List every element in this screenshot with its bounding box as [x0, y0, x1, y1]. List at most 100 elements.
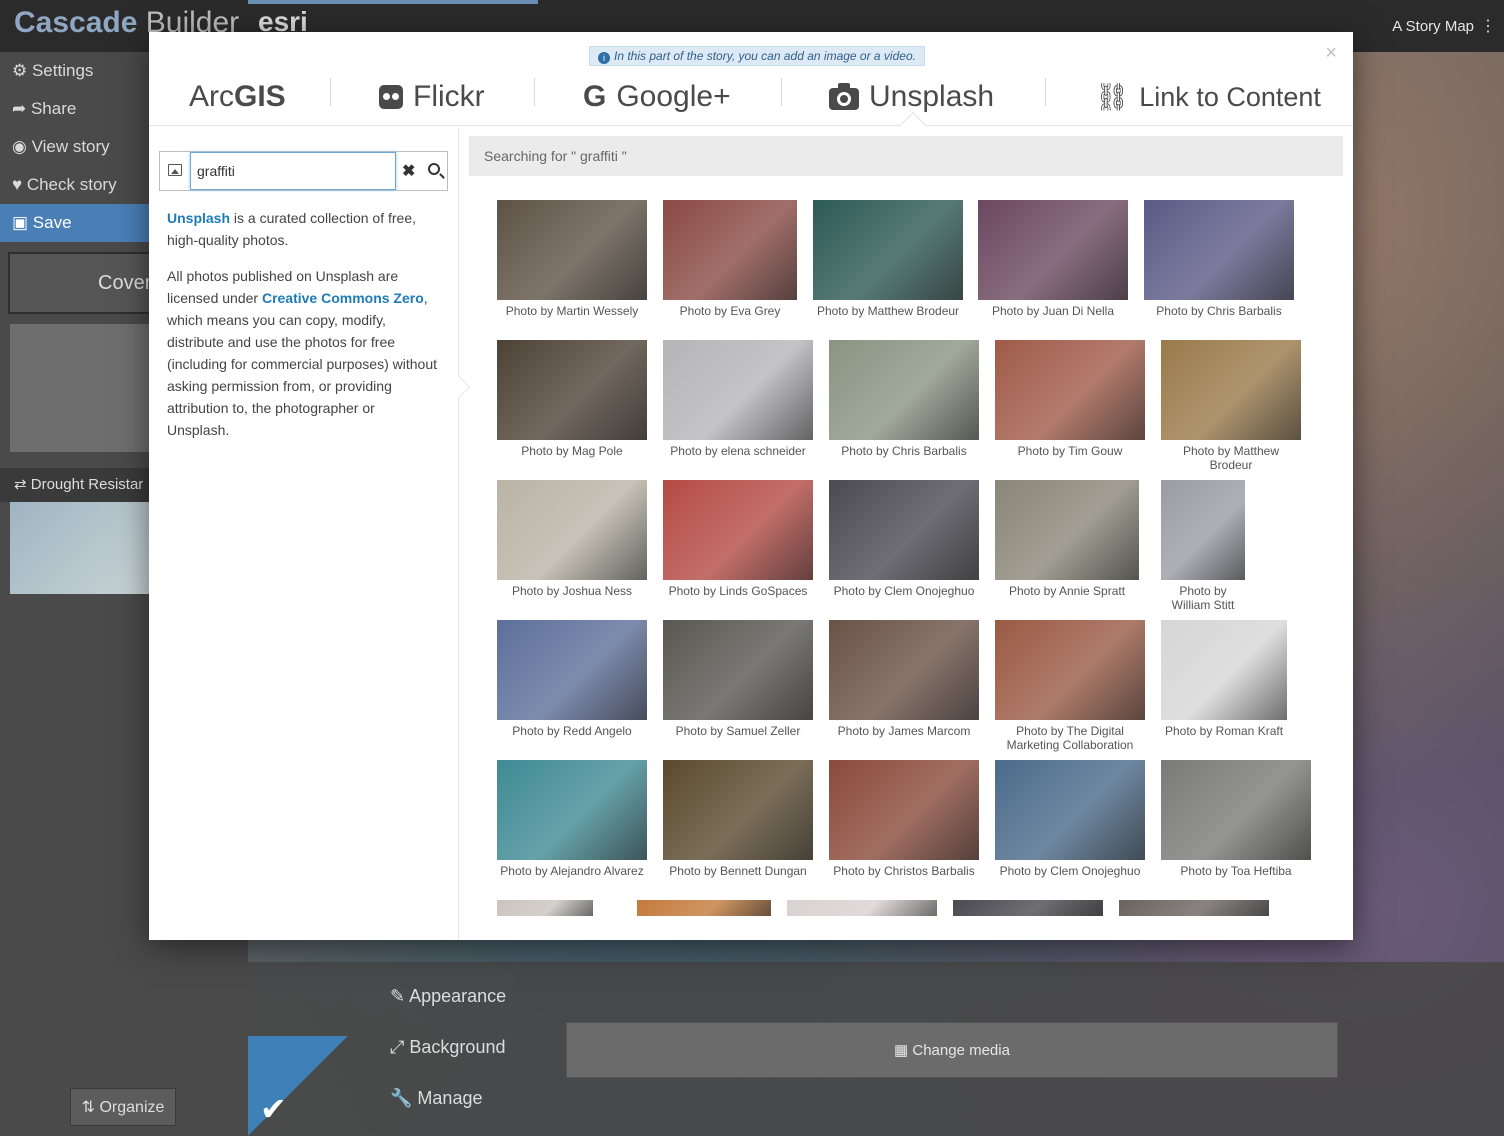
photo-thumbnail[interactable] [953, 900, 1103, 916]
photo-result[interactable]: Photo by Matthew Brodeur [1161, 340, 1301, 472]
photo-result[interactable]: Photo by The Digital Marketing Collabora… [995, 620, 1145, 752]
photo-thumbnail[interactable] [995, 620, 1145, 720]
photo-caption: Photo by elena schneider [670, 444, 806, 458]
photo-result[interactable] [1119, 900, 1269, 916]
photo-thumbnail[interactable] [663, 480, 813, 580]
close-icon[interactable]: × [1325, 42, 1337, 65]
photo-result[interactable]: Photo by Mag Pole [497, 340, 647, 458]
photo-thumbnail[interactable] [829, 480, 979, 580]
photo-result[interactable]: Photo by Joshua Ness [497, 480, 647, 598]
photo-thumbnail[interactable] [497, 620, 647, 720]
photo-thumbnail[interactable] [1161, 620, 1287, 720]
photo-thumbnail[interactable] [995, 480, 1139, 580]
tab-arcgis[interactable]: Arc GIS [189, 68, 286, 126]
photo-thumbnail[interactable] [663, 620, 813, 720]
nav-share-label: Share [30, 99, 77, 118]
photo-result[interactable] [787, 900, 937, 916]
photo-result[interactable]: Photo by Linds GoSpaces [663, 480, 813, 598]
photo-result[interactable]: Photo by Roman Kraft [1161, 620, 1287, 738]
photo-result[interactable]: Photo by Clem Onojeghuo [995, 760, 1145, 878]
link-icon: ⛓ [1095, 82, 1130, 112]
tab-divider [781, 78, 782, 106]
dialog-hint: i In this part of the story, you can add … [589, 46, 925, 66]
photo-thumbnail[interactable] [663, 200, 797, 300]
photo-result[interactable]: Photo by Chris Barbalis [829, 340, 979, 458]
photo-thumbnail[interactable] [1144, 200, 1294, 300]
photo-result[interactable]: Photo by Alejandro Alvarez [497, 760, 647, 878]
photo-result[interactable]: Photo by William Stitt [1161, 480, 1245, 612]
photo-result[interactable] [953, 900, 1103, 916]
photo-caption: Photo by Tim Gouw [1017, 444, 1123, 458]
photo-caption: Photo by Clem Onojeghuo [999, 864, 1141, 878]
photo-results-grid: Photo by Martin Wessely Photo by Eva Grey… [469, 200, 1343, 930]
photo-result[interactable]: Photo by Annie Spratt [995, 480, 1139, 598]
photo-thumbnail[interactable] [1119, 900, 1269, 916]
photo-result[interactable]: Photo by James Marcom [829, 620, 979, 738]
photo-thumbnail[interactable] [1161, 760, 1311, 860]
tab-divider [1045, 78, 1046, 106]
photo-result[interactable]: Photo by Bennett Dungan [663, 760, 813, 878]
photo-result[interactable]: Photo by Matthew Brodeur [813, 200, 963, 318]
photo-thumbnail[interactable] [829, 760, 979, 860]
photo-thumbnail[interactable] [497, 200, 647, 300]
photo-thumbnail[interactable] [497, 900, 593, 916]
section-panel: ✎ Appearance ⤢ Background 🔧 Manage ▦ Cha… [248, 962, 1504, 1136]
photo-thumbnail[interactable] [995, 340, 1145, 440]
photo-thumbnail[interactable] [1161, 340, 1301, 440]
photo-thumbnail[interactable] [829, 340, 979, 440]
photo-result[interactable]: Photo by Juan Di Nella [978, 200, 1128, 318]
photo-caption: Photo by Annie Spratt [1008, 584, 1126, 598]
photo-thumbnail[interactable] [829, 620, 979, 720]
appearance-tool[interactable]: ✎ Appearance [390, 986, 506, 1007]
unsplash-description: Unsplash is a curated collection of free… [167, 207, 437, 455]
photo-result[interactable]: Photo by Eva Grey [663, 200, 797, 318]
tab-divider [330, 78, 331, 106]
photo-thumbnail[interactable] [497, 480, 647, 580]
background-tool[interactable]: ⤢ Background [390, 1037, 505, 1058]
search-icon[interactable] [428, 163, 440, 175]
photo-result[interactable]: Photo by Toa Heftiba [1161, 760, 1311, 878]
photo-result[interactable]: Photo by Clem Onojeghuo [829, 480, 979, 598]
photo-thumbnail[interactable] [1161, 480, 1245, 580]
photo-thumbnail[interactable] [787, 900, 937, 916]
photo-thumbnail[interactable] [497, 760, 647, 860]
progress-bar [248, 0, 538, 4]
menu-icon[interactable]: ⋮ [1480, 16, 1496, 36]
photo-caption: Photo by Joshua Ness [511, 584, 633, 598]
search-input[interactable] [190, 152, 396, 190]
photo-result[interactable] [497, 900, 593, 916]
photo-result[interactable]: Photo by Martin Wessely [497, 200, 647, 318]
photo-result[interactable]: Photo by Tim Gouw [995, 340, 1145, 458]
shuffle-icon: ⇄ [14, 476, 31, 493]
brand-name: Cascade [14, 6, 138, 39]
tab-flickr[interactable]: Flickr [379, 68, 485, 126]
photo-thumbnail[interactable] [497, 340, 647, 440]
photo-result[interactable]: Photo by Christos Barbalis [829, 760, 979, 878]
photo-thumbnail[interactable] [995, 760, 1145, 860]
photo-result[interactable]: Photo by Samuel Zeller [663, 620, 813, 738]
search-status-bar: Searching for " graffiti " [469, 136, 1343, 176]
change-media-button[interactable]: ▦ Change media [566, 1022, 1338, 1078]
photo-caption: Photo by Matthew Brodeur [1182, 444, 1280, 472]
photo-thumbnail[interactable] [663, 760, 813, 860]
description-paragraph: Unsplash is a curated collection of free… [167, 207, 437, 251]
photo-thumbnail[interactable] [663, 340, 813, 440]
tab-divider [534, 78, 535, 106]
photo-result[interactable]: Photo by Chris Barbalis [1144, 200, 1294, 318]
creative-commons-link[interactable]: Creative Commons Zero [262, 290, 424, 306]
photo-thumbnail[interactable] [978, 200, 1128, 300]
clear-search-icon[interactable]: ✖ [402, 161, 415, 181]
image-icon [168, 164, 182, 176]
photo-result[interactable]: Photo by elena schneider [663, 340, 813, 458]
photo-result[interactable] [637, 900, 771, 916]
photo-thumbnail[interactable] [813, 200, 963, 300]
manage-tool[interactable]: 🔧 Manage [390, 1088, 482, 1109]
section-thumbnail[interactable] [10, 502, 150, 594]
photo-result[interactable]: Photo by Redd Angelo [497, 620, 647, 738]
photo-thumbnail[interactable] [637, 900, 771, 916]
tab-google-plus[interactable]: G Google+ [583, 68, 731, 126]
organize-button[interactable]: ⇅ Organize [70, 1088, 176, 1126]
unsplash-link[interactable]: Unsplash [167, 210, 230, 226]
tab-link-to-content[interactable]: ⛓ Link to Content [1095, 68, 1321, 126]
check-icon: ✔ [260, 1091, 287, 1127]
